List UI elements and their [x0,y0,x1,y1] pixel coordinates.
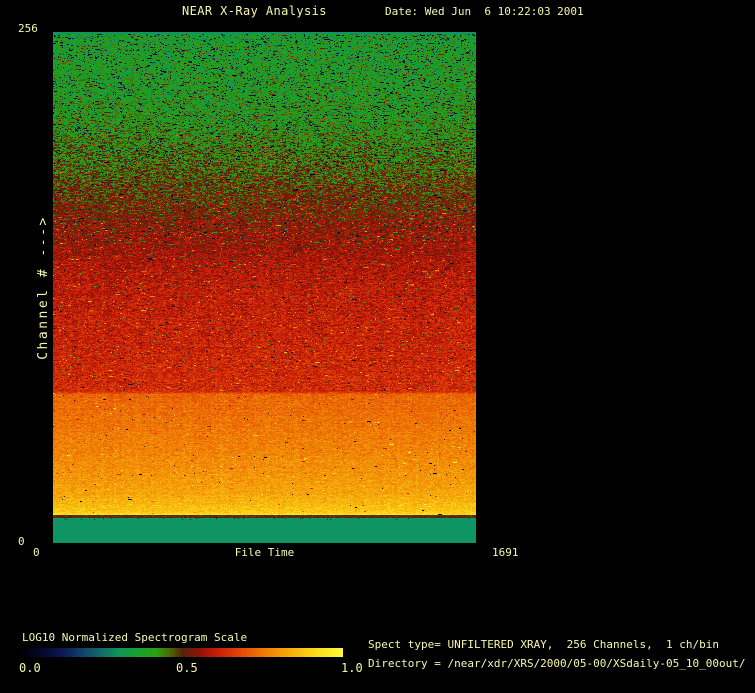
x-axis-tick-min: 0 [33,546,40,559]
spect-type-label: Spect type= UNFILTERED XRAY, 256 Channel… [368,638,719,651]
colorbar-tick-max: 1.0 [341,661,363,675]
colorbar-tick-min: 0.0 [19,661,41,675]
y-axis-title: Channel # ---> [35,215,51,360]
colorbar-tick-mid: 0.5 [176,661,198,675]
colorbar-title: LOG10 Normalized Spectrogram Scale [22,631,248,644]
plot-window: NEAR X-Ray Analysis Date: Wed Jun 6 10:2… [0,0,755,693]
y-axis-tick-min: 0 [18,535,25,548]
colorbar-gradient [22,648,343,657]
y-axis-title-wrap: Channel # ---> [34,32,52,543]
x-axis-tick-max: 1691 [492,546,519,559]
directory-label: Directory = /near/xdr/XRS/2000/05-00/XSd… [368,657,746,670]
x-axis-title: File Time [234,546,295,559]
date-label: Date: Wed Jun 6 10:22:03 2001 [385,5,584,18]
page-title: NEAR X-Ray Analysis [182,4,327,18]
spectrogram-heatmap [53,32,476,543]
